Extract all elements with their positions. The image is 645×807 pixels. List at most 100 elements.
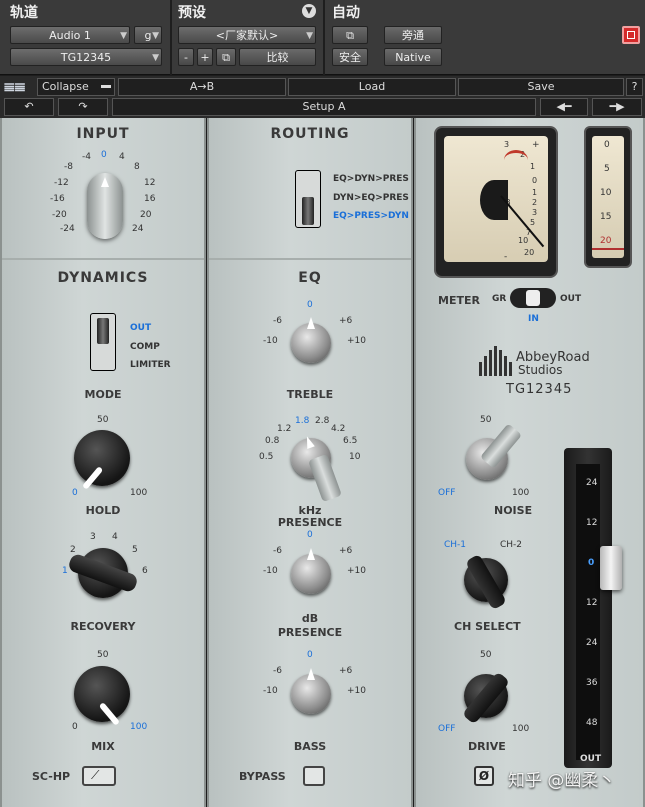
native-button[interactable]: Native xyxy=(384,48,442,66)
collapse-button[interactable]: Collapse xyxy=(37,78,115,96)
mix-knob[interactable] xyxy=(74,666,130,726)
load-button[interactable]: Load xyxy=(288,78,456,96)
meter-switch[interactable] xyxy=(510,288,556,308)
eq-bypass-button[interactable] xyxy=(303,766,325,786)
setup-prev-button[interactable]: ◀━ xyxy=(540,98,588,116)
save-button[interactable]: Save xyxy=(458,78,624,96)
gr-tick: 10 xyxy=(600,188,612,198)
meter-option-out[interactable]: OUT xyxy=(560,294,581,304)
automation-window-button[interactable]: ⧉ xyxy=(332,26,368,44)
vu-tick: 10 xyxy=(518,236,529,245)
tick-label: 3 xyxy=(90,532,96,542)
tick-label: 100 xyxy=(130,722,148,732)
routing-option-2[interactable]: DYN>EQ>PRES xyxy=(333,193,409,203)
stop-icon xyxy=(627,31,635,39)
chsel-option-1[interactable]: CH-1 xyxy=(444,540,466,550)
setup-next-button[interactable]: ━▶ xyxy=(592,98,642,116)
tick-label: -10 xyxy=(263,336,278,346)
output-fader-track[interactable]: 24 12 0 12 24 36 48 OUT xyxy=(564,448,612,768)
eq-bypass-label: BYPASS xyxy=(239,770,286,783)
vu-tick: 2 xyxy=(532,198,538,207)
presence-gain-unit: dB xyxy=(301,612,319,625)
redo-icon: ↷ xyxy=(78,100,88,113)
routing-option-3[interactable]: EQ>PRES>DYN xyxy=(333,211,409,221)
pointer-icon xyxy=(303,434,315,450)
vu-tick: 20 xyxy=(524,248,535,257)
tick-label: 20 xyxy=(140,210,152,220)
tick-label: 100 xyxy=(130,488,148,498)
tick-label: 4 xyxy=(119,152,125,162)
collapse-label: Collapse xyxy=(42,80,89,93)
phase-invert-button[interactable]: Ø xyxy=(474,766,494,786)
tick-label: +10 xyxy=(347,336,366,346)
setup-selector[interactable]: Setup A xyxy=(112,98,536,116)
tick-label: 1.2 xyxy=(277,424,292,434)
chsel-option-2[interactable]: CH-2 xyxy=(500,540,522,550)
preset-next-button[interactable]: + xyxy=(197,48,213,66)
vu-minus: - xyxy=(504,252,508,262)
bass-label: BASS xyxy=(293,740,327,753)
treble-knob[interactable] xyxy=(291,317,331,363)
vu-tick: 3 xyxy=(532,208,538,217)
preset-select[interactable]: <厂家默认> ▼ xyxy=(178,26,316,44)
tick-label: 5 xyxy=(132,545,138,555)
compare-button[interactable]: 比较 xyxy=(239,48,316,66)
bypass-button[interactable]: 旁通 xyxy=(384,26,442,44)
gr-tick: 0 xyxy=(604,140,610,150)
copy-preset-button[interactable]: ⧉ xyxy=(216,48,236,66)
pointer-icon xyxy=(98,702,121,726)
recovery-label: RECOVERY xyxy=(70,620,136,633)
divider xyxy=(2,258,204,260)
waves-logo-icon: 𝍣𝍣 xyxy=(4,80,26,95)
vu-tick: 1 xyxy=(532,188,538,197)
routing-option-1[interactable]: EQ>DYN>PRES xyxy=(333,174,409,184)
ab-compare-button[interactable]: A→B xyxy=(118,78,286,96)
mode-option-out[interactable]: OUT xyxy=(130,323,151,333)
watermark: 知乎 @幽柔丶 xyxy=(508,771,616,791)
vu-plus: + xyxy=(532,140,540,150)
tick-label: -20 xyxy=(52,210,67,220)
plugin-select[interactable]: TG12345 ▼ xyxy=(10,48,162,66)
group-select-value: g xyxy=(144,29,152,42)
mix-label: MIX xyxy=(91,740,115,753)
undo-icon: ↶ xyxy=(24,100,34,113)
safe-button[interactable]: 安全 xyxy=(332,48,368,66)
routing-eq-panel: ROUTING EQ>DYN>PRES DYN>EQ>PRES EQ>PRES>… xyxy=(207,118,413,807)
divider xyxy=(323,0,325,75)
drive-knob[interactable] xyxy=(461,671,511,725)
dynamics-title: DYNAMICS xyxy=(57,270,149,286)
tick-label: 4.2 xyxy=(331,424,346,434)
undo-button[interactable]: ↶ xyxy=(4,98,54,116)
preset-menu-icon[interactable]: ▼ xyxy=(302,4,316,18)
redo-button[interactable]: ↷ xyxy=(58,98,108,116)
bass-knob[interactable] xyxy=(291,668,331,714)
close-plugin-button[interactable] xyxy=(622,26,640,44)
gr-face: 0 5 10 15 20 xyxy=(592,136,624,258)
mode-switch[interactable] xyxy=(90,313,116,371)
meter-option-gr[interactable]: GR xyxy=(492,294,506,304)
schp-label: SC-HP xyxy=(32,770,71,783)
routing-switch[interactable] xyxy=(295,170,321,228)
mode-option-comp[interactable]: COMP xyxy=(130,342,160,352)
input-gain-knob[interactable] xyxy=(87,173,123,239)
recovery-knob[interactable] xyxy=(67,548,139,598)
schp-button[interactable]: ⟋ xyxy=(82,766,116,786)
hold-knob[interactable] xyxy=(74,430,130,490)
abbey-road-logo-icon xyxy=(478,344,514,376)
channel-select-knob[interactable] xyxy=(464,553,508,611)
preset-prev-button[interactable]: - xyxy=(178,48,194,66)
tick-label: -16 xyxy=(50,194,65,204)
presence-gain-knob[interactable] xyxy=(291,548,331,594)
mode-label: MODE xyxy=(84,388,122,401)
track-select[interactable]: Audio 1 ▼ xyxy=(10,26,130,44)
group-select[interactable]: g ▼ xyxy=(134,26,162,44)
meter-option-in[interactable]: IN xyxy=(528,314,539,324)
mode-option-limiter[interactable]: LIMITER xyxy=(130,360,171,370)
output-fader-cap[interactable] xyxy=(600,546,622,590)
tick-label: 0.8 xyxy=(265,436,280,446)
divider xyxy=(170,0,172,75)
help-button[interactable]: ? xyxy=(626,78,643,96)
fader-label: OUT xyxy=(580,754,602,764)
host-header: 轨道 预设 自动 Audio 1 ▼ g ▼ TG12345 ▼ ▼ <厂家默认> ▼ … xyxy=(0,0,645,75)
tick-label: +10 xyxy=(347,686,366,696)
